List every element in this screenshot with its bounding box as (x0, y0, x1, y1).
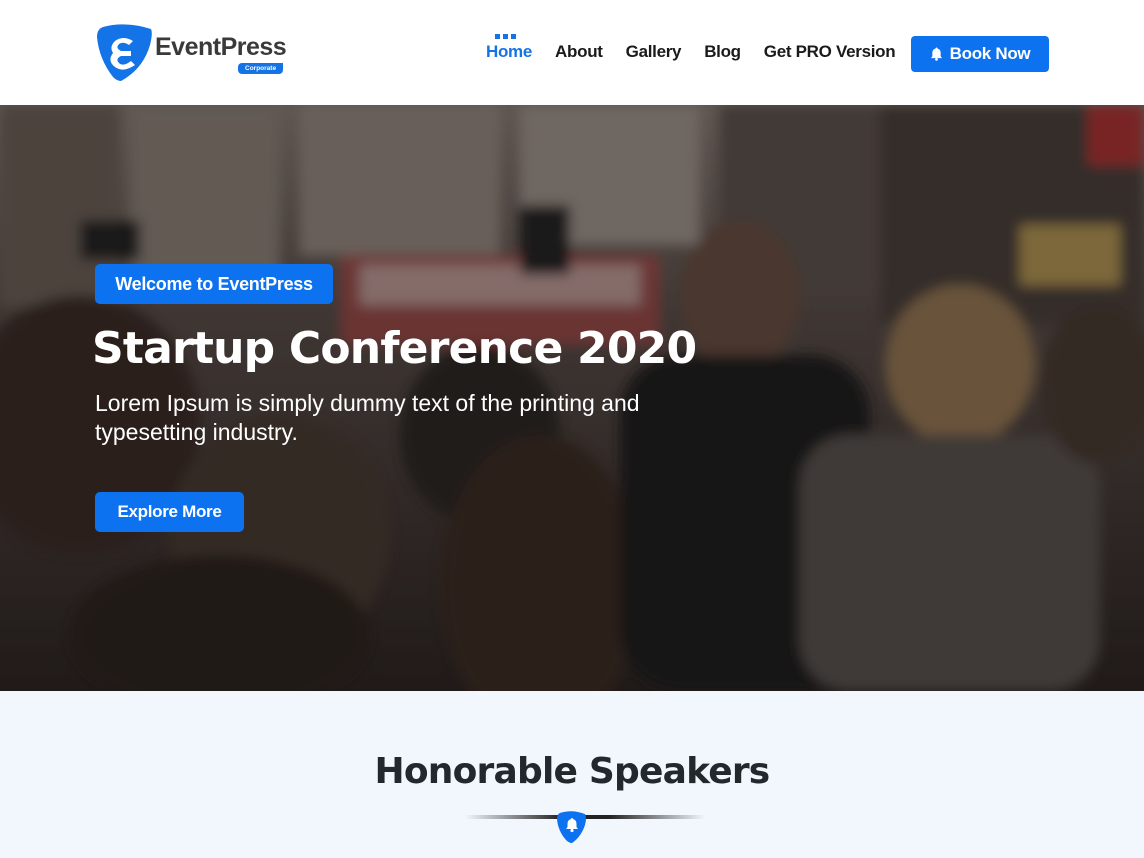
speakers-section: Honorable Speakers (0, 691, 1144, 858)
explore-more-button[interactable]: Explore More (95, 492, 244, 532)
book-now-button[interactable]: Book Now (911, 36, 1049, 72)
book-now-label: Book Now (949, 44, 1031, 63)
nav-item-about[interactable]: About (555, 42, 603, 62)
welcome-badge: Welcome to EventPress (95, 264, 333, 304)
hero-section: Welcome to EventPress Startup Conference… (0, 105, 1144, 691)
bell-icon (557, 811, 586, 843)
nav-item-get-pro[interactable]: Get PRO Version (764, 42, 896, 62)
bell-icon (930, 47, 942, 61)
nav-item-label: About (555, 42, 603, 61)
hero-description: Lorem Ipsum is simply dummy text of the … (95, 390, 640, 445)
active-indicator-dots (495, 34, 516, 39)
nav-item-blog[interactable]: Blog (704, 42, 741, 62)
hero-title: Startup Conference 2020 (92, 323, 697, 374)
logo-shield-icon (97, 24, 152, 81)
nav-item-label: Gallery (625, 42, 682, 61)
logo[interactable]: EventPress Corporate (95, 23, 290, 83)
nav-item-label: Home (486, 42, 533, 61)
nav-item-gallery[interactable]: Gallery (626, 42, 682, 62)
logo-badge: Corporate (238, 63, 284, 74)
section-title: Honorable Speakers (374, 751, 771, 792)
nav-item-label: Blog (704, 42, 741, 61)
site-header: EventPress Corporate Home About Gallery … (0, 0, 1144, 105)
logo-wordmark: EventPress (155, 33, 287, 61)
nav-item-label: Get PRO Version (763, 42, 896, 61)
main-nav: Home About Gallery Blog Get PRO Version (486, 34, 918, 62)
nav-item-home[interactable]: Home (486, 34, 533, 62)
